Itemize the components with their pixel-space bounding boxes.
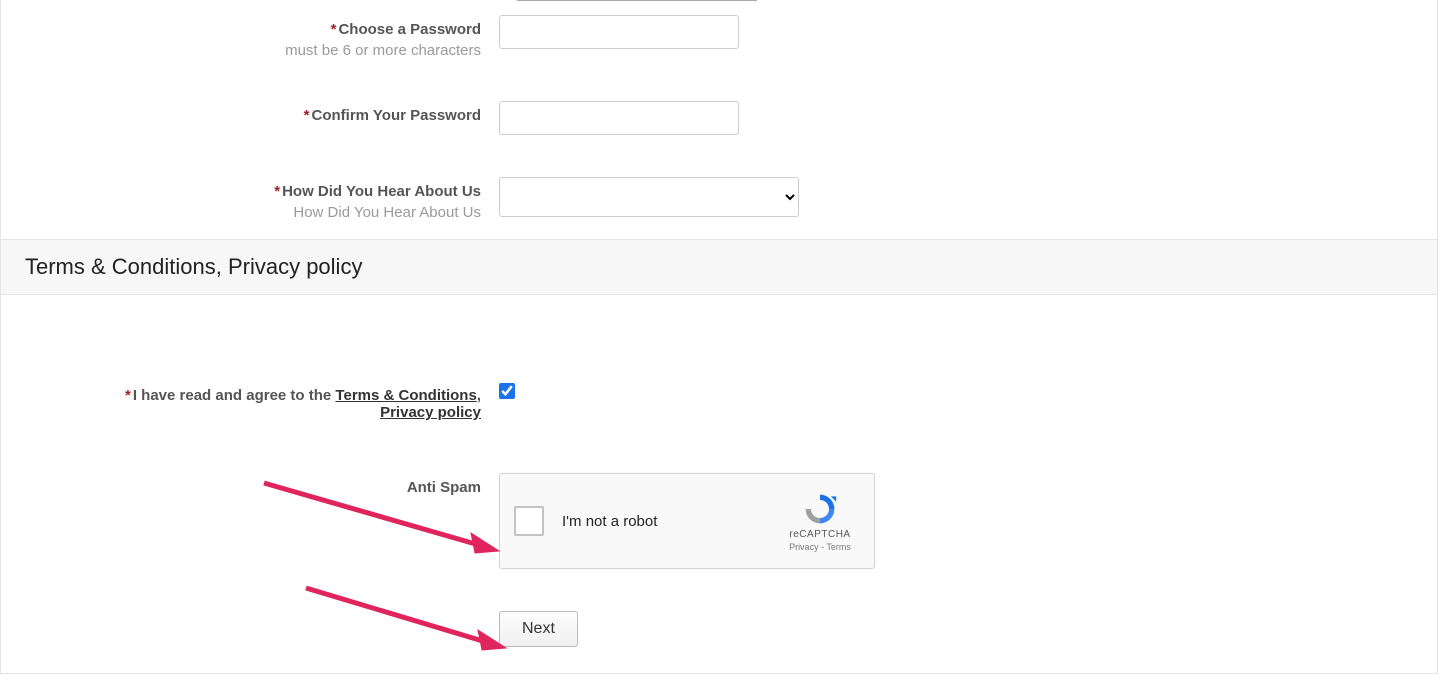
hear-about-hint: How Did You Hear About Us — [1, 204, 481, 221]
field-row-antispam: Anti Spam I'm not a robot reCAPTCHA — [1, 467, 1437, 575]
recaptcha-text: I'm not a robot — [562, 513, 780, 530]
terms-prefix: I have read and agree to the — [133, 387, 336, 404]
terms-checkbox[interactable] — [499, 383, 515, 399]
field-row-terms: *I have read and agree to the Terms & Co… — [1, 375, 1437, 427]
required-mark: * — [125, 387, 133, 404]
hear-about-label: How Did You Hear About Us — [282, 183, 481, 200]
password-label: Choose a Password — [338, 21, 481, 38]
confirm-password-input[interactable] — [499, 101, 739, 135]
section-header-terms: Terms & Conditions, Privacy policy — [1, 239, 1437, 295]
recaptcha-checkbox[interactable] — [514, 506, 544, 536]
hear-about-select[interactable] — [499, 177, 799, 217]
field-row-next: Next — [1, 605, 1437, 653]
next-button[interactable]: Next — [499, 611, 578, 647]
terms-separator: , — [477, 387, 481, 404]
recaptcha-privacy-link[interactable]: Privacy — [789, 542, 819, 552]
password-hint: must be 6 or more characters — [1, 42, 481, 59]
privacy-policy-link[interactable]: Privacy policy — [380, 404, 481, 421]
field-row-hear-about: *How Did You Hear About Us How Did You H… — [1, 171, 1437, 227]
confirm-password-label: Confirm Your Password — [312, 107, 481, 124]
recaptcha-brand: reCAPTCHA — [780, 529, 860, 540]
field-row-password: *Choose a Password must be 6 or more cha… — [1, 9, 1437, 65]
terms-conditions-link[interactable]: Terms & Conditions — [335, 387, 476, 404]
required-mark: * — [304, 107, 312, 124]
field-row-confirm-password: *Confirm Your Password — [1, 95, 1437, 141]
antispam-label: Anti Spam — [1, 479, 481, 496]
recaptcha-terms-link[interactable]: Terms — [826, 542, 851, 552]
recaptcha-logo-icon — [802, 491, 838, 527]
required-mark: * — [274, 183, 282, 200]
password-input[interactable] — [499, 15, 739, 49]
recaptcha-widget: I'm not a robot reCAPTCHA Privacy - Term… — [499, 473, 875, 569]
